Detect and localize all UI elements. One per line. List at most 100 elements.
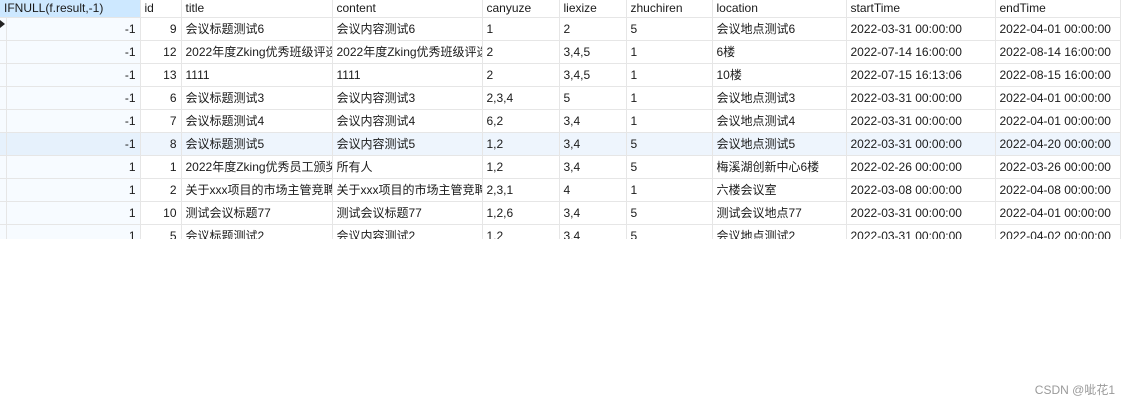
table-cell[interactable]: 1 [626,178,713,202]
table-cell[interactable]: 3,4 [559,155,627,179]
table-cell[interactable]: 2022-03-31 00:00:00 [846,132,996,156]
table-cell[interactable]: 2022年度Zking优秀班级评选 [181,40,333,64]
table-cell[interactable]: 1 [626,109,713,133]
table-row[interactable]: -1 7 会议标题测试4 会议内容测试4 6,2 3,4 1 会议地点测试4 2022-03-3… [0,109,1121,133]
table-cell[interactable]: 1,2 [482,155,560,179]
table-cell[interactable]: -1 [0,40,141,64]
table-cell[interactable]: 会议内容测试5 [332,132,483,156]
table-cell[interactable]: 2022-03-31 00:00:00 [846,109,996,133]
table-cell[interactable]: 5 [626,17,713,41]
table-cell[interactable]: 1,2 [482,224,560,239]
table-cell[interactable]: 2022-03-31 00:00:00 [846,224,996,239]
table-cell[interactable]: 3,4 [559,109,627,133]
table-cell[interactable]: 1 [626,63,713,87]
table-cell[interactable]: 1,2 [482,132,560,156]
table-cell[interactable]: 1111 [332,63,483,87]
table-cell[interactable]: 2 [559,17,627,41]
table-row[interactable]: 1 2 关于xxx项目的市场主管竞聘 关于xxx项目的市场主管竞聘 2,3,1 4 1 六楼会… [0,178,1121,202]
column-header[interactable]: startTime [846,0,996,18]
column-header[interactable]: IFNULL(f.result,-1) [0,0,141,18]
table-cell[interactable]: 3,4 [559,224,627,239]
table-cell[interactable]: 2022-04-01 00:00:00 [995,109,1121,133]
table-cell[interactable]: 5 [626,132,713,156]
table-cell[interactable]: 1 [0,201,141,225]
table-cell[interactable]: 会议标题测试5 [181,132,333,156]
table-row[interactable]: -1 6 会议标题测试3 会议内容测试3 2,3,4 5 1 会议地点测试3 2022-03-3… [0,86,1121,110]
table-cell[interactable]: 会议标题测试2 [181,224,333,239]
table-cell[interactable]: 4 [559,178,627,202]
table-cell[interactable]: 2,3,1 [482,178,560,202]
table-cell[interactable]: 2022-03-26 00:00:00 [995,155,1121,179]
table-cell[interactable]: 2022-03-31 00:00:00 [846,17,996,41]
table-cell[interactable]: 会议地点测试4 [712,109,847,133]
column-header[interactable]: content [332,0,483,18]
table-cell[interactable]: 2022-03-31 00:00:00 [846,86,996,110]
table-cell[interactable]: 3,4 [559,201,627,225]
table-cell[interactable]: 2022-03-08 00:00:00 [846,178,996,202]
table-cell[interactable]: 2022-07-15 16:13:06 [846,63,996,87]
table-cell[interactable]: 7 [140,109,182,133]
table-cell[interactable]: 5 [140,224,182,239]
table-cell[interactable]: 会议地点测试5 [712,132,847,156]
table-cell[interactable]: 9 [140,17,182,41]
table-cell[interactable]: -1 [0,86,141,110]
table-cell[interactable]: 2 [482,40,560,64]
table-cell[interactable]: 10 [140,201,182,225]
table-cell[interactable]: 1 [0,178,141,202]
table-cell[interactable]: 测试会议标题77 [332,201,483,225]
table-cell[interactable]: 六楼会议室 [712,178,847,202]
result-grid[interactable]: IFNULL(f.result,-1) id title content can… [0,0,1123,239]
table-cell[interactable]: 2022-04-01 00:00:00 [995,17,1121,41]
column-header[interactable]: location [712,0,847,18]
table-cell[interactable]: -1 [0,63,141,87]
table-cell[interactable]: 5 [626,201,713,225]
table-cell[interactable]: 2022-03-31 00:00:00 [846,201,996,225]
table-cell[interactable]: 会议标题测试4 [181,109,333,133]
table-row[interactable]: -1 9 会议标题测试6 会议内容测试6 1 2 5 会议地点测试6 2022-03-31 00… [0,17,1121,41]
table-cell[interactable]: 2022年度Zking优秀班级评选 [332,40,483,64]
table-cell[interactable]: 2022-08-14 16:00:00 [995,40,1121,64]
table-cell[interactable]: 2022-04-01 00:00:00 [995,86,1121,110]
table-cell[interactable]: 2,3,4 [482,86,560,110]
table-cell[interactable]: 1111 [181,63,333,87]
table-cell[interactable]: 2022-04-08 00:00:00 [995,178,1121,202]
table-cell[interactable]: 3,4 [559,132,627,156]
table-cell[interactable]: 5 [559,86,627,110]
table-cell[interactable]: 6 [140,86,182,110]
table-cell[interactable]: 13 [140,63,182,87]
table-cell[interactable]: 会议内容测试6 [332,17,483,41]
table-cell[interactable]: 所有人 [332,155,483,179]
table-cell[interactable]: 2022-07-14 16:00:00 [846,40,996,64]
table-cell[interactable]: 6,2 [482,109,560,133]
table-cell[interactable]: -1 [0,17,141,41]
table-cell[interactable]: 会议内容测试3 [332,86,483,110]
table-cell[interactable]: 2022-02-26 00:00:00 [846,155,996,179]
table-row[interactable]: 1 10 测试会议标题77 测试会议标题77 1,2,6 3,4 5 测试会议地点77 2022… [0,201,1121,225]
column-header[interactable]: canyuze [482,0,560,18]
column-header[interactable]: zhuchiren [626,0,713,18]
column-header[interactable]: title [181,0,333,18]
table-cell[interactable]: 6楼 [712,40,847,64]
column-header[interactable]: endTime [995,0,1121,18]
table-cell[interactable]: 测试会议标题77 [181,201,333,225]
table-cell[interactable]: 关于xxx项目的市场主管竞聘 [181,178,333,202]
table-cell[interactable]: 会议内容测试2 [332,224,483,239]
table-cell[interactable]: 2022年度Zking优秀员工颁奖 [181,155,333,179]
table-cell[interactable]: 测试会议地点77 [712,201,847,225]
table-cell[interactable]: 2022-04-20 00:00:00 [995,132,1121,156]
table-cell[interactable]: 会议地点测试3 [712,86,847,110]
table-row[interactable]: 1 1 2022年度Zking优秀员工颁奖 所有人 1,2 3,4 5 梅溪湖创新中心6楼 20… [0,155,1121,179]
table-cell[interactable]: 会议地点测试6 [712,17,847,41]
table-cell[interactable]: 8 [140,132,182,156]
table-cell[interactable]: 1,2,6 [482,201,560,225]
table-row[interactable]: -1 12 2022年度Zking优秀班级评选 2022年度Zking优秀班级评选 2 3… [0,40,1121,64]
table-row[interactable]: -1 8 会议标题测试5 会议内容测试5 1,2 3,4 5 会议地点测试5 2022-03-3… [0,132,1121,156]
table-cell[interactable]: 5 [626,224,713,239]
table-cell[interactable]: 会议标题测试3 [181,86,333,110]
table-cell[interactable]: 2 [140,178,182,202]
table-cell[interactable]: 会议内容测试4 [332,109,483,133]
result-table[interactable]: IFNULL(f.result,-1) id title content can… [0,0,1121,239]
table-cell[interactable]: 会议标题测试6 [181,17,333,41]
table-cell[interactable]: 关于xxx项目的市场主管竞聘 [332,178,483,202]
table-cell[interactable]: 梅溪湖创新中心6楼 [712,155,847,179]
